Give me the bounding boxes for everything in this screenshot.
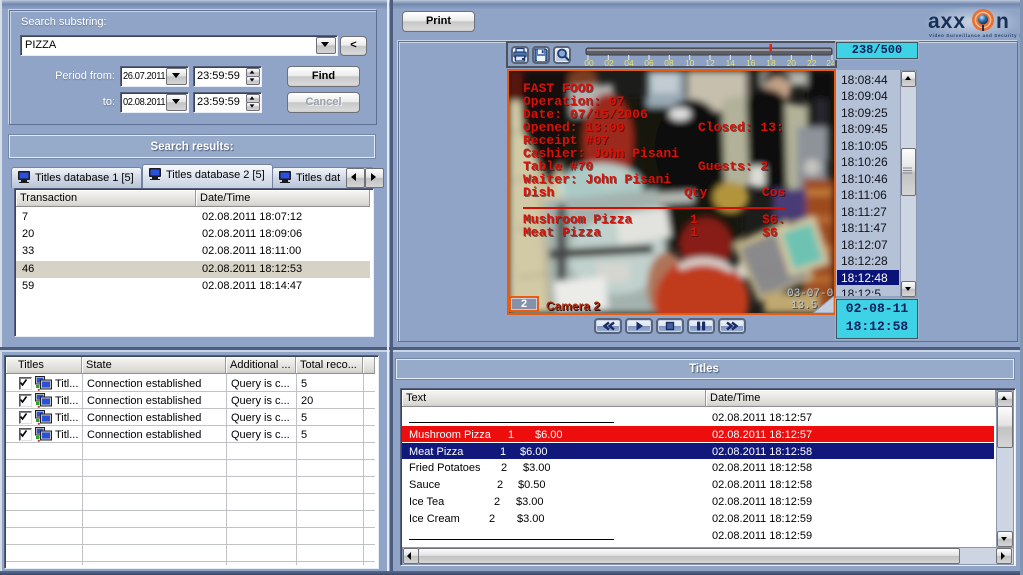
svg-text:02: 02 [604, 58, 614, 67]
svg-text:20: 20 [787, 58, 797, 67]
svg-text:08: 08 [664, 58, 674, 67]
svg-text:00: 00 [584, 58, 594, 67]
svg-text:n: n [996, 10, 1009, 33]
svg-text:24: 24 [826, 58, 834, 67]
svg-text:10: 10 [685, 58, 695, 67]
svg-text:18: 18 [766, 58, 776, 67]
svg-text:16: 16 [746, 58, 756, 67]
svg-text:axx: axx [928, 10, 966, 33]
svg-text:12: 12 [705, 58, 715, 67]
svg-text:22: 22 [807, 58, 817, 67]
svg-text:06: 06 [644, 58, 654, 67]
svg-text:Video Surveillance and Securit: Video Surveillance and Security Solution… [929, 33, 1023, 38]
svg-text:04: 04 [624, 58, 634, 67]
svg-text:14: 14 [726, 58, 736, 67]
